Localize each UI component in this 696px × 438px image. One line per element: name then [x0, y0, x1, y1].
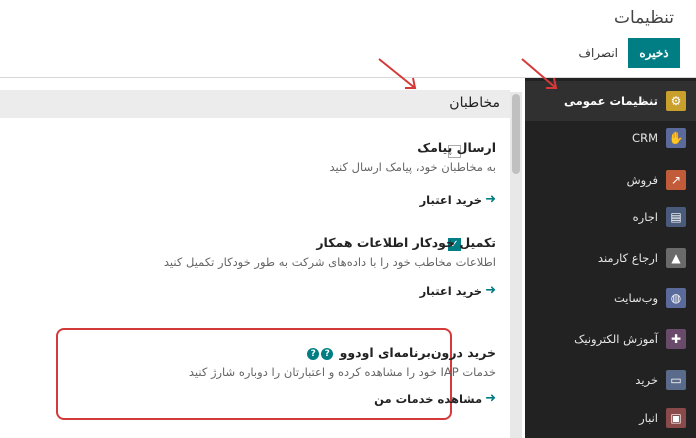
puzzle-icon: ✚ — [666, 329, 686, 349]
section-header-bar — [0, 90, 510, 118]
sidebar-item-label: تنظیمات عمومی — [563, 94, 658, 108]
setting-title: ارسال پیامک — [417, 140, 496, 155]
setting-description: اطلاعات مخاطب خود را با داده‌های شرکت به… — [163, 255, 496, 269]
calendar-icon: ▤ — [666, 207, 686, 227]
page-title: تنظیمات — [614, 8, 674, 28]
arrow-right-icon: ➜ — [485, 192, 496, 207]
card-icon: ▭ — [666, 370, 686, 390]
setting-description: خدمات IAP خود را مشاهده کرده و اعتبارتان… — [188, 365, 496, 379]
discard-button[interactable]: انصراف — [573, 38, 624, 68]
content-scrollbar[interactable] — [510, 92, 522, 438]
globe-icon: ◍ — [666, 288, 686, 308]
link-label: خرید اعتبار — [419, 192, 483, 207]
chart-icon: ↗ — [666, 170, 686, 190]
setting-title-row: خرید درون‌برنامه‌ای اودوو ?? — [96, 345, 496, 360]
scrollbar-thumb[interactable] — [512, 94, 520, 174]
sidebar-item-label: وب‌سایت — [613, 291, 658, 305]
buy-credits-link[interactable]: ➜ خرید اعتبار — [96, 192, 496, 207]
arrow-right-icon: ➜ — [485, 391, 496, 406]
help-icon[interactable]: ? — [321, 347, 334, 360]
sidebar-item-inventory[interactable]: ▣ انبار — [525, 398, 696, 438]
sidebar-item-label: خرید — [635, 373, 658, 387]
sidebar-item-elearning[interactable]: ✚ آموزش الکترونیک — [525, 319, 696, 359]
link-label: خرید اعتبار — [419, 283, 483, 298]
arrow-right-icon: ➜ — [485, 283, 496, 298]
annotation-arrow-icon — [378, 58, 417, 89]
annotation-arrow-icon — [521, 58, 558, 89]
settings-sidebar: ⚙ تنظیمات عمومی ✋ CRM ↗ فروش ▤ اجاره ▲ ا… — [525, 78, 696, 438]
box-icon: ▣ — [666, 408, 686, 428]
sidebar-item-label: CRM — [632, 131, 658, 145]
sidebar-item-purchase[interactable]: ▭ خرید — [525, 360, 696, 400]
tree-icon: ▲ — [666, 248, 686, 268]
buy-credits-link[interactable]: ➜ خرید اعتبار — [96, 283, 496, 298]
sidebar-item-label: انبار — [639, 411, 658, 425]
sidebar-item-crm[interactable]: ✋ CRM — [525, 118, 696, 158]
sidebar-item-label: فروش — [626, 173, 658, 187]
sidebar-item-referral[interactable]: ▲ ارجاع کارمند — [525, 238, 696, 278]
view-my-services-link[interactable]: ➜ مشاهده خدمات من — [96, 391, 496, 406]
sidebar-item-label: آموزش الکترونیک — [574, 332, 658, 346]
link-label: مشاهده خدمات من — [374, 391, 483, 406]
handshake-icon: ✋ — [666, 128, 686, 148]
help-icon[interactable]: ? — [307, 347, 320, 360]
setting-partner-autocomplete: تکمیل خودکار اطلاعات همکار اطلاعات مخاطب… — [96, 235, 496, 298]
section-title: مخاطبان — [449, 95, 500, 111]
setting-send-sms: ارسال پیامک به مخاطبان خود، پیامک ارسال … — [96, 140, 496, 207]
sidebar-item-label: اجاره — [632, 210, 658, 224]
sidebar-item-sales[interactable]: ↗ فروش — [525, 160, 696, 200]
setting-title: خرید درون‌برنامه‌ای اودوو — [339, 345, 496, 360]
sidebar-item-website[interactable]: ◍ وب‌سایت — [525, 278, 696, 318]
save-button[interactable]: ذخیره — [628, 38, 680, 68]
setting-odoo-iap: خرید درون‌برنامه‌ای اودوو ?? خدمات IAP خ… — [96, 345, 496, 406]
setting-title: تکمیل خودکار اطلاعات همکار — [316, 235, 496, 250]
sidebar-item-rental[interactable]: ▤ اجاره — [525, 197, 696, 237]
setting-description: به مخاطبان خود، پیامک ارسال کنید — [329, 160, 496, 174]
sidebar-item-label: ارجاع کارمند — [597, 251, 658, 265]
gear-icon: ⚙ — [666, 91, 686, 111]
